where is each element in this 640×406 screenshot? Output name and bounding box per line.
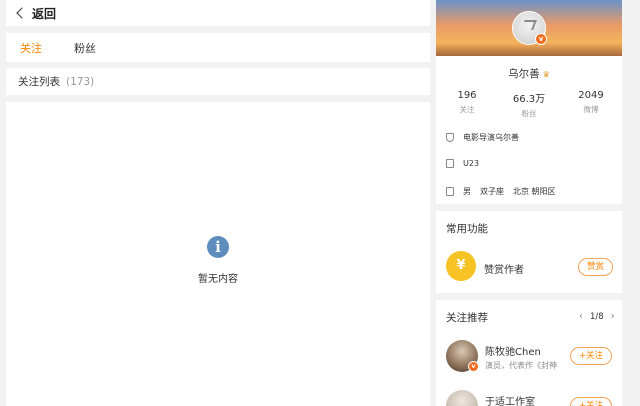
gender-text: 男 bbox=[463, 187, 471, 196]
reward-icon bbox=[446, 251, 476, 281]
profile-stats: 196 关注 66.3万 粉丝 2049 微博 bbox=[436, 90, 622, 119]
recommendations-title: 关注推荐 bbox=[446, 312, 488, 324]
chevron-left-icon bbox=[16, 7, 28, 19]
profile-card: v 乌尔善 ♛ 196 关注 66.3万 粉丝 2049 微博 电影导演乌尔善 U… bbox=[436, 0, 622, 204]
v-badge-icon: v bbox=[535, 33, 547, 45]
stat-label: 微博 bbox=[583, 105, 599, 114]
reward-label: 赞赏作者 bbox=[484, 265, 524, 276]
back-label: 返回 bbox=[32, 6, 57, 21]
follow-button[interactable]: +关注 bbox=[570, 347, 612, 365]
avatar[interactable] bbox=[446, 390, 478, 406]
reward-button[interactable]: 赞赏 bbox=[578, 258, 613, 276]
stat-value: 2049 bbox=[578, 90, 604, 101]
level-text[interactable]: U23 bbox=[463, 159, 479, 168]
document-icon bbox=[446, 159, 454, 168]
empty-text: 暂无内容 bbox=[198, 274, 238, 285]
follow-recommendations-card: 关注推荐 ‹ 1/8 › v 陈牧驰Chen 演员，代表作《封神 +关注 于适工… bbox=[436, 300, 622, 406]
profile-name[interactable]: 乌尔善 bbox=[508, 68, 540, 80]
common-functions-card: 常用功能 赞赏作者 赞赏 bbox=[436, 211, 622, 293]
list-count: (173) bbox=[66, 75, 95, 88]
follow-button[interactable]: +关注 bbox=[570, 397, 612, 406]
stat-value: 66.3万 bbox=[512, 94, 546, 105]
stat-label: 粉丝 bbox=[521, 109, 537, 118]
tab-fans[interactable]: 粉丝 bbox=[74, 40, 96, 56]
pager-text: 1/8 bbox=[590, 311, 604, 322]
recommendations-pager: ‹ 1/8 › bbox=[572, 311, 622, 322]
v-badge-icon: v bbox=[468, 361, 479, 372]
id-card-icon bbox=[446, 187, 454, 196]
zodiac-text: 双子座 bbox=[480, 187, 504, 196]
recommendation-desc: 演员，代表作《封神 bbox=[485, 361, 557, 370]
level-row: U23 bbox=[446, 159, 479, 168]
verification-text: 电影导演乌尔善 bbox=[463, 133, 519, 142]
recommendation-item: v 陈牧驰Chen 演员，代表作《封神 +关注 bbox=[446, 340, 616, 376]
info-icon: i bbox=[207, 236, 229, 258]
profile-name-row: 乌尔善 ♛ bbox=[436, 66, 622, 81]
tab-following[interactable]: 关注 bbox=[20, 40, 42, 56]
shield-icon bbox=[446, 133, 454, 142]
list-header: 关注列表 (173) bbox=[6, 68, 430, 95]
recommendation-name[interactable]: 陈牧驰Chen bbox=[485, 343, 541, 358]
scrollbar-track[interactable] bbox=[626, 0, 640, 406]
recommendation-item: 于适工作室 +关注 bbox=[446, 390, 616, 406]
recommendation-name[interactable]: 于适工作室 bbox=[485, 393, 535, 406]
stat-label: 关注 bbox=[459, 105, 475, 114]
list-title: 关注列表 bbox=[18, 76, 60, 88]
personal-info-row: 男 双子座 北京 朝阳区 bbox=[446, 186, 565, 197]
stat-value: 196 bbox=[457, 90, 477, 101]
stat-following[interactable]: 196 关注 bbox=[436, 90, 498, 119]
stat-fans[interactable]: 66.3万 粉丝 bbox=[498, 90, 560, 119]
tab-bar: 关注 粉丝 bbox=[6, 33, 430, 62]
verification-row: 电影导演乌尔善 bbox=[446, 132, 519, 143]
chevron-right-icon[interactable]: › bbox=[611, 311, 615, 322]
functions-title: 常用功能 bbox=[446, 223, 488, 235]
stat-posts[interactable]: 2049 微博 bbox=[560, 90, 622, 119]
back-button[interactable]: 返回 bbox=[6, 0, 430, 26]
chevron-left-icon[interactable]: ‹ bbox=[579, 311, 583, 322]
empty-state: i 暂无内容 bbox=[6, 102, 430, 406]
crown-icon: ♛ bbox=[542, 70, 550, 79]
location-text: 北京 朝阳区 bbox=[513, 187, 556, 196]
